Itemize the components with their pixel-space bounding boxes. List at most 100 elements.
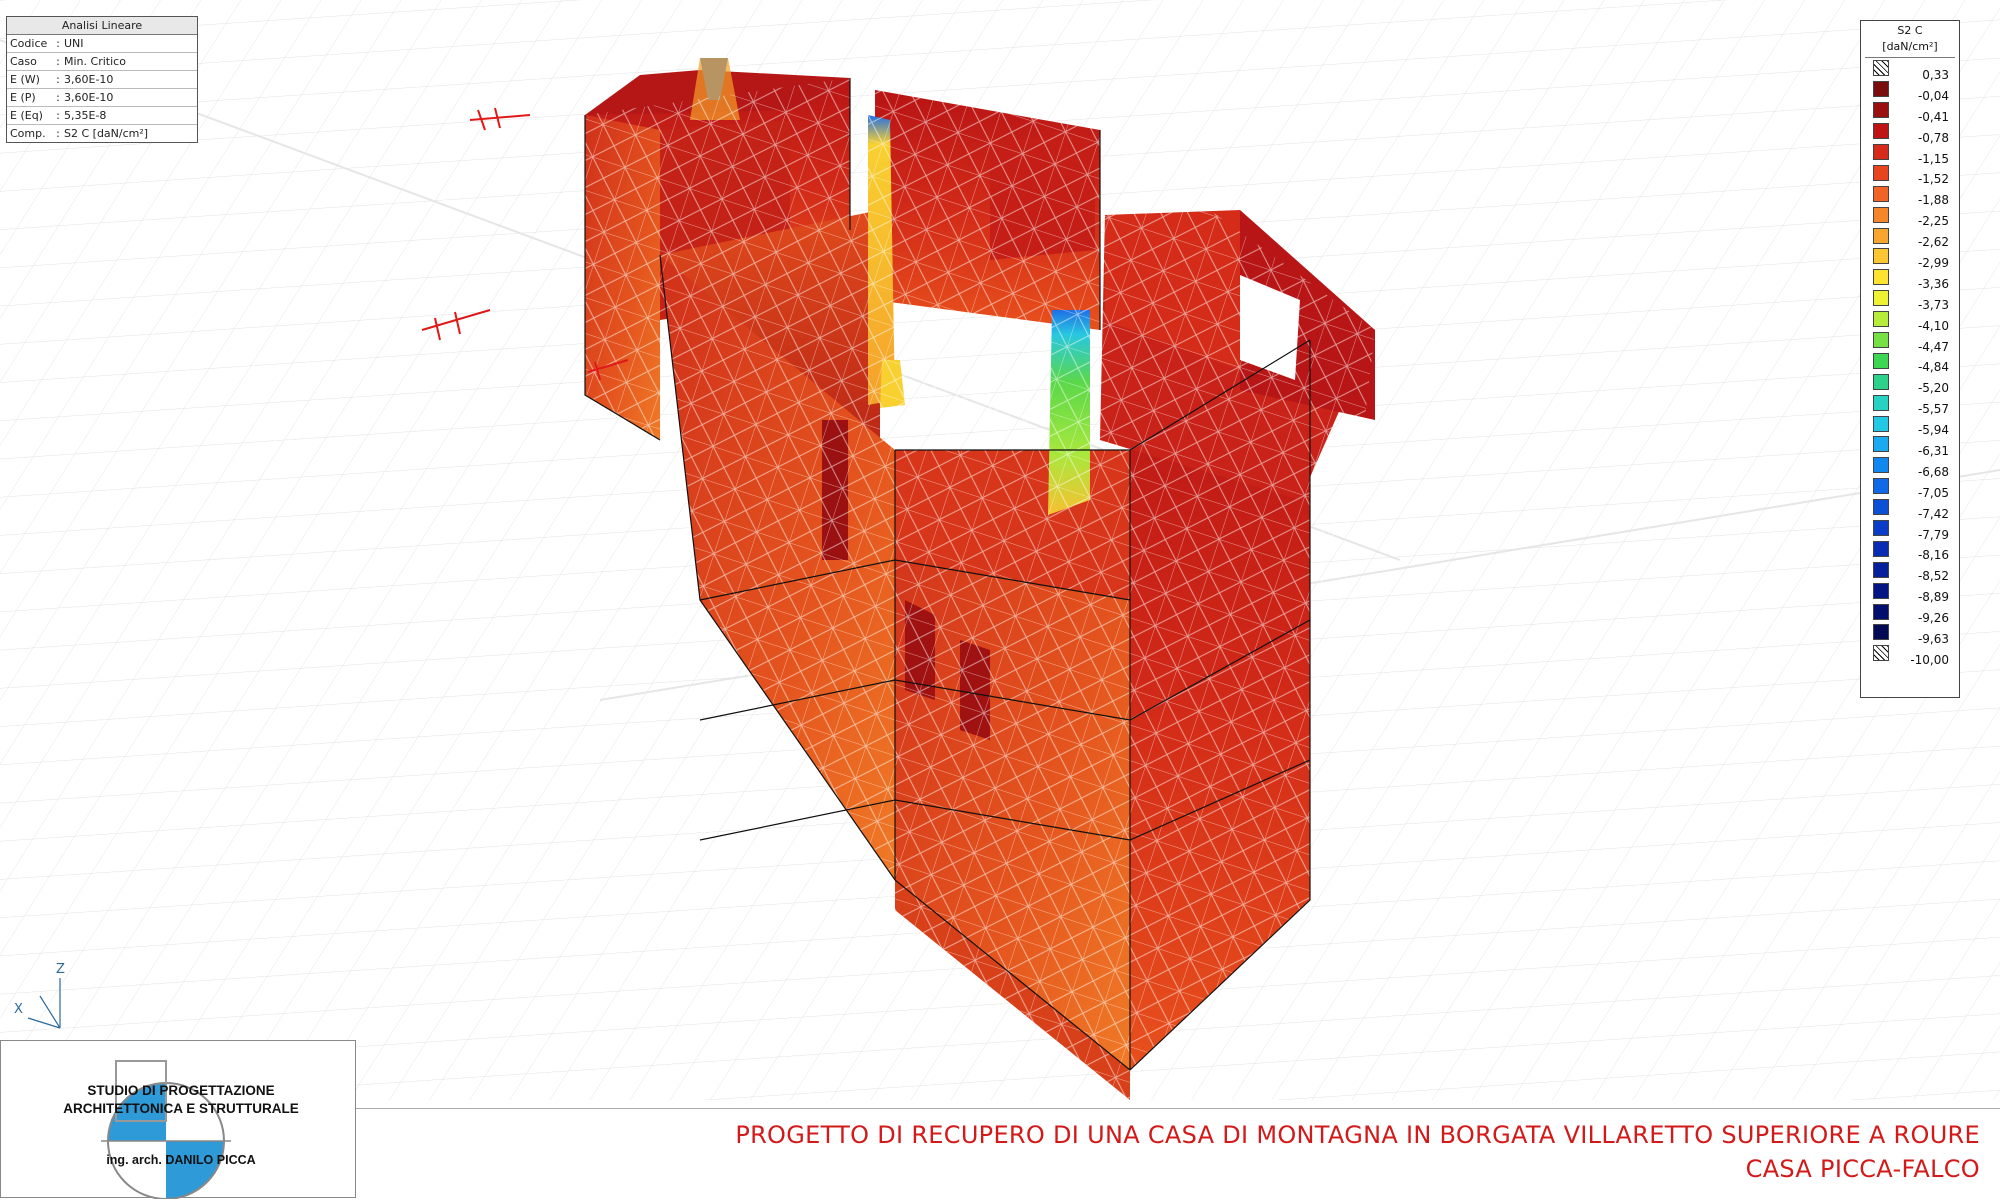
info-row-eeq: E (Eq) : 5,35E-8 [7, 107, 197, 125]
color-legend: S2 C [daN/cm²] 0,33 -0,04 -0,41 -0,78 -1,15-… [1860, 20, 1960, 698]
legend-entry: -9,26 [1861, 601, 1959, 625]
info-separator: : [56, 91, 60, 104]
legend-entry: -4,10 [1861, 309, 1959, 333]
legend-entry: -4,84 [1861, 350, 1959, 374]
legend-entry: -6,31 [1861, 434, 1959, 458]
info-row-codice: Codice : UNI [7, 35, 197, 53]
info-value: UNI [64, 37, 84, 50]
info-key: Comp. [10, 127, 46, 140]
legend-entry: -1,52 [1861, 162, 1959, 186]
legend-entry: -9,63 [1861, 622, 1959, 646]
legend-entry: -0,78 [1861, 121, 1959, 145]
legend-swatch [1873, 332, 1889, 349]
legend-swatch [1873, 645, 1889, 662]
legend-entry: -8,52 [1861, 559, 1959, 583]
legend-swatch [1873, 102, 1889, 119]
legend-entry: -1,88 [1861, 183, 1959, 207]
info-key: E (P) [10, 91, 36, 104]
info-separator: : [56, 73, 60, 86]
legend-swatch [1873, 290, 1889, 307]
legend-value: -10,00 [1910, 652, 1949, 667]
legend-entry: -6,68 [1861, 455, 1959, 479]
legend-swatch [1873, 540, 1889, 557]
legend-entry: -5,94 [1861, 413, 1959, 437]
legend-entry: 0,33 [1861, 58, 1959, 82]
legend-entry: -7,05 [1861, 476, 1959, 500]
axis-indicator: Z X [10, 960, 80, 1030]
legend-swatch [1873, 415, 1889, 432]
studio-logo-icon [101, 1060, 231, 1199]
legend-swatch [1873, 164, 1889, 181]
legend-swatch [1873, 269, 1889, 286]
logo-line-2: ARCHITETTONICA E STRUTTURALE [63, 1101, 299, 1116]
info-value: 5,35E-8 [64, 109, 107, 122]
info-value: 3,60E-10 [64, 73, 114, 86]
legend-entry: -3,36 [1861, 267, 1959, 291]
legend-entry: -0,04 [1861, 79, 1959, 103]
info-row-ep: E (P) : 3,60E-10 [7, 89, 197, 107]
stress-map-3d-model[interactable] [0, 0, 2000, 1200]
legend-entry: -8,89 [1861, 580, 1959, 604]
info-separator: : [56, 109, 60, 122]
legend-swatch [1873, 499, 1889, 516]
info-key: E (W) [10, 73, 40, 86]
legend-swatch [1873, 582, 1889, 599]
legend-entry: -2,99 [1861, 246, 1959, 270]
legend-rows: 0,33 -0,04 -0,41 -0,78 -1,15 -1,52 -1,88 -2,25-… [1861, 58, 1959, 667]
axis-z-label: Z [56, 962, 65, 977]
legend-swatch [1873, 227, 1889, 244]
legend-swatch [1873, 311, 1889, 328]
axis-triad-icon [27, 978, 61, 1029]
legend-swatch [1873, 624, 1889, 641]
legend-entry: -1,15 [1861, 142, 1959, 166]
logo-line-3: ing. arch. DANILO PICCA [106, 1153, 256, 1167]
legend-entry: -2,25 [1861, 204, 1959, 228]
legend-swatch [1873, 436, 1889, 453]
legend-swatch [1873, 206, 1889, 223]
legend-entry: -10,00 [1861, 643, 1959, 667]
info-row-ew: E (W) : 3,60E-10 [7, 71, 197, 89]
info-value: Min. Critico [64, 55, 126, 68]
info-value: S2 C [daN/cm²] [64, 127, 149, 140]
project-title-line-2: CASA PICCA-FALCO [1745, 1155, 1980, 1183]
legend-swatch [1873, 520, 1889, 537]
legend-swatch [1873, 81, 1889, 98]
legend-entry: -3,73 [1861, 288, 1959, 312]
footer-divider [356, 1108, 2000, 1109]
legend-swatch [1873, 478, 1889, 495]
legend-swatch [1873, 60, 1889, 77]
info-key: Caso [10, 55, 37, 68]
legend-entry: -7,42 [1861, 497, 1959, 521]
legend-swatch [1873, 457, 1889, 474]
info-value: 3,60E-10 [64, 91, 114, 104]
info-separator: : [56, 37, 60, 50]
studio-logo-box: STUDIO DI PROGETTAZIONE ARCHITETTONICA E… [0, 1040, 356, 1199]
info-separator: : [56, 55, 60, 68]
info-key: Codice [10, 37, 48, 50]
legend-swatch [1873, 561, 1889, 578]
legend-entry: -5,57 [1861, 392, 1959, 416]
info-key: E (Eq) [10, 109, 43, 122]
analysis-info-panel: Analisi Lineare Codice : UNI Caso : Min.… [6, 16, 198, 143]
legend-swatch [1873, 248, 1889, 265]
project-title: PROGETTO DI RECUPERO DI UNA CASA DI MONT… [735, 1118, 1980, 1186]
logo-line-1: STUDIO DI PROGETTAZIONE [87, 1083, 275, 1098]
legend-entry: -8,16 [1861, 538, 1959, 562]
legend-unit: [daN/cm²] [1865, 39, 1955, 58]
legend-swatch [1873, 603, 1889, 620]
legend-entry: -7,79 [1861, 518, 1959, 542]
legend-entry: -5,20 [1861, 371, 1959, 395]
legend-entry: -0,41 [1861, 100, 1959, 124]
project-title-line-1: PROGETTO DI RECUPERO DI UNA CASA DI MONT… [735, 1121, 1980, 1149]
axis-x-label: X [14, 1002, 23, 1017]
info-row-comp: Comp. : S2 C [daN/cm²] [7, 125, 197, 142]
legend-swatch [1873, 185, 1889, 202]
model-viewport[interactable] [0, 0, 2000, 1200]
legend-swatch [1873, 373, 1889, 390]
info-row-caso: Caso : Min. Critico [7, 53, 197, 71]
legend-entry: -4,47 [1861, 330, 1959, 354]
info-panel-title: Analisi Lineare [7, 17, 197, 35]
legend-entry: -2,62 [1861, 225, 1959, 249]
legend-title: S2 C [1897, 24, 1923, 37]
legend-swatch [1873, 144, 1889, 160]
